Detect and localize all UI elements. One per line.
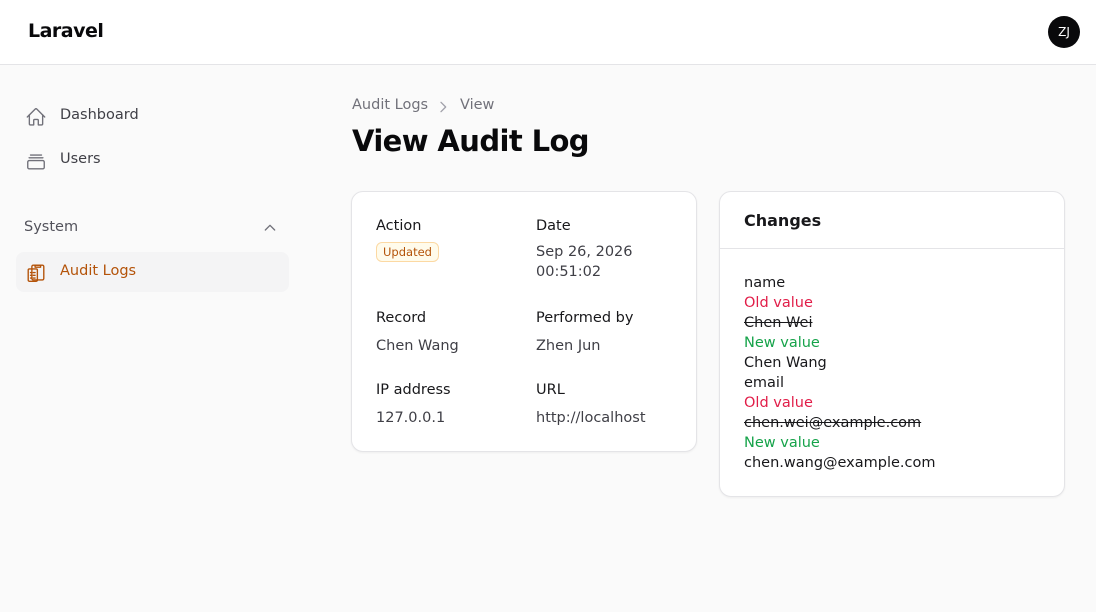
- new-value-label: New value: [744, 435, 820, 451]
- old-value-label: Old value: [744, 295, 813, 311]
- action-label: Action: [376, 218, 422, 234]
- old-value: Chen Wei: [744, 315, 813, 331]
- date-value: Sep 26, 2026: [536, 244, 633, 260]
- top-navbar: Laravel ZJ: [0, 0, 1096, 65]
- ip-address-label: IP address: [376, 382, 451, 398]
- home-icon: [26, 108, 46, 126]
- time-value: 00:51:02: [536, 264, 602, 280]
- sidebar-item-label: Users: [60, 151, 101, 167]
- new-value: chen.wang@example.com: [744, 455, 936, 471]
- sidebar-item-users[interactable]: Users: [16, 140, 289, 180]
- record-value: Chen Wang: [376, 338, 459, 354]
- changes-card-header: Changes: [720, 192, 1064, 249]
- new-value: Chen Wang: [744, 355, 827, 371]
- user-avatar[interactable]: ZJ: [1048, 16, 1080, 48]
- changes-list: name Old value Chen Wei New value Chen W…: [744, 273, 1044, 473]
- action-field: Action Updated: [376, 218, 526, 262]
- old-value-label: Old value: [744, 395, 813, 411]
- old-value: chen.wei@example.com: [744, 415, 922, 431]
- chevron-up-icon[interactable]: [262, 220, 278, 236]
- changes-title: Changes: [744, 211, 822, 230]
- url-value: http://localhost: [536, 410, 646, 426]
- date-label: Date: [536, 218, 571, 234]
- record-label: Record: [376, 310, 427, 326]
- sidebar-item-label: Dashboard: [60, 107, 139, 123]
- sidebar-group-label[interactable]: System: [24, 219, 78, 235]
- url-field: URL http://localhost: [536, 382, 686, 428]
- page-title: View Audit Log: [352, 124, 590, 158]
- inbox-stack-icon: [27, 154, 45, 170]
- performed-by-field: Performed by Zhen Jun: [536, 310, 686, 356]
- audit-details-card: Action Updated Date Sep 26, 2026 00:51:0…: [351, 191, 697, 452]
- performed-by-value: Zhen Jun: [536, 338, 601, 354]
- sidebar-item-label: Audit Logs: [60, 263, 137, 279]
- date-field: Date Sep 26, 2026 00:51:02: [536, 218, 686, 282]
- clipboard-document-icon: [27, 264, 45, 282]
- breadcrumb-parent-link[interactable]: Audit Logs: [352, 97, 428, 113]
- change-field-name: name: [744, 275, 786, 291]
- change-field-name: email: [744, 375, 784, 391]
- action-badge: Updated: [376, 242, 439, 262]
- record-field: Record Chen Wang: [376, 310, 526, 356]
- ip-address-field: IP address 127.0.0.1: [376, 382, 526, 428]
- sidebar: Dashboard Users System Audit Logs: [0, 65, 300, 612]
- new-value-label: New value: [744, 335, 820, 351]
- breadcrumb-current: View: [460, 97, 495, 113]
- url-label: URL: [536, 382, 565, 398]
- sidebar-item-audit-logs[interactable]: Audit Logs: [16, 252, 289, 292]
- sidebar-item-dashboard[interactable]: Dashboard: [16, 96, 289, 136]
- performed-by-label: Performed by: [536, 310, 634, 326]
- chevron-right-icon: [440, 101, 447, 113]
- brand-logo[interactable]: Laravel: [28, 20, 104, 42]
- ip-address-value: 127.0.0.1: [376, 410, 446, 426]
- changes-card: Changes name Old value Chen Wei New valu…: [719, 191, 1065, 497]
